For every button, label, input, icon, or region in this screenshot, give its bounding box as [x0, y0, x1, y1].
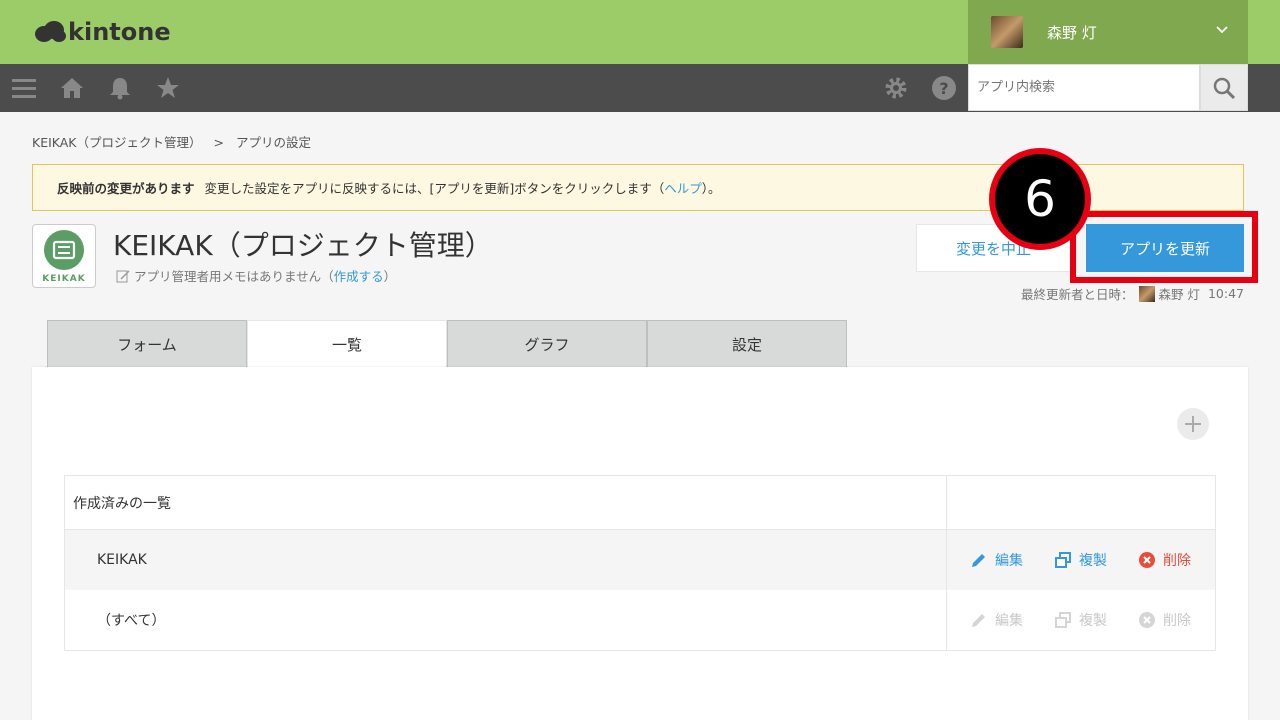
help-icon[interactable]: ?: [932, 76, 956, 100]
create-memo-link[interactable]: 作成する: [334, 266, 384, 285]
gear-icon[interactable]: [884, 76, 908, 100]
memo-icon: [116, 269, 130, 282]
star-icon[interactable]: [156, 76, 180, 100]
logo-text: kintone: [68, 18, 171, 46]
breadcrumb: KEIKAK（プロジェクト管理） > アプリの設定: [32, 132, 311, 151]
svg-text:?: ?: [939, 79, 948, 98]
table-row: KEIKAK 編集 複製 削除: [65, 530, 1215, 590]
search-button[interactable]: [1200, 64, 1248, 111]
pencil-icon: [972, 614, 985, 627]
chevron-down-icon: [1216, 26, 1228, 34]
tab-graphs[interactable]: グラフ: [447, 320, 647, 368]
cloud-logo-icon: [35, 21, 66, 42]
delete-view-button[interactable]: 削除: [1139, 550, 1191, 570]
tab-views[interactable]: 一覧: [247, 320, 447, 368]
help-link[interactable]: ヘルプ: [664, 178, 702, 197]
edit-label: 編集: [995, 613, 1023, 629]
app-search-field[interactable]: [968, 64, 1200, 111]
breadcrumb-separator: >: [213, 135, 224, 150]
last-updated-time: 10:47: [1207, 286, 1244, 301]
copy-label: 複製: [1079, 553, 1107, 569]
last-updated-user[interactable]: 森野 灯: [1158, 284, 1199, 303]
app-title: KEIKAK（プロジェクト管理）: [113, 229, 493, 262]
search-icon: [1213, 77, 1235, 99]
app-icon: KEIKAK: [32, 224, 96, 288]
copy-view-button[interactable]: 複製: [1055, 550, 1107, 570]
delete-view-button: 削除: [1139, 610, 1191, 630]
copy-icon: [1055, 612, 1071, 628]
app-memo: アプリ管理者用メモはありません（ 作成する）: [116, 266, 396, 285]
top-header: kintone 森野 灯: [0, 0, 1280, 64]
last-updated-label: 最終更新者と日時：: [1020, 287, 1134, 302]
delete-label: 削除: [1163, 613, 1191, 629]
bell-icon[interactable]: [108, 76, 132, 100]
view-name: （すべて）: [65, 590, 947, 650]
user-menu[interactable]: 森野 灯: [968, 0, 1248, 64]
edit-label: 編集: [995, 553, 1023, 569]
table-header-row: 作成済みの一覧: [65, 476, 1215, 530]
breadcrumb-app-link[interactable]: KEIKAK（プロジェクト管理）: [32, 135, 202, 150]
breadcrumb-current: アプリの設定: [236, 135, 312, 150]
notice-title: 反映前の変更があります: [57, 181, 195, 196]
step-marker: 6: [995, 154, 1085, 244]
pencil-icon: [972, 554, 985, 567]
copy-view-button: 複製: [1055, 610, 1107, 630]
memo-text: アプリ管理者用メモはありません（: [134, 269, 334, 284]
kintone-logo[interactable]: kintone: [34, 18, 171, 46]
delete-label: 削除: [1163, 553, 1191, 569]
delete-icon: [1139, 612, 1155, 628]
search-input[interactable]: [969, 65, 1199, 110]
copy-icon: [1055, 552, 1071, 568]
highlight-frame: [1070, 211, 1258, 283]
memo-suffix: ）: [383, 269, 397, 284]
delete-icon: [1139, 552, 1155, 568]
app-icon-label: KEIKAK: [42, 274, 86, 284]
avatar: [991, 16, 1023, 48]
avatar: [1139, 285, 1156, 302]
notice-suffix: ）。: [701, 181, 721, 196]
tab-form[interactable]: フォーム: [47, 320, 247, 368]
view-name: KEIKAK: [65, 530, 947, 590]
tab-settings[interactable]: 設定: [647, 320, 847, 368]
copy-label: 複製: [1079, 613, 1107, 629]
plus-icon: [1185, 416, 1201, 432]
last-updated: 最終更新者と日時： 森野 灯 10:47: [1021, 284, 1244, 303]
home-icon[interactable]: [60, 76, 84, 100]
menu-icon[interactable]: [12, 76, 36, 100]
edit-view-button: 編集: [971, 610, 1023, 630]
views-table: 作成済みの一覧 KEIKAK 編集 複製 削除 （すべて） 編集 複製 削除: [64, 475, 1216, 651]
user-name: 森野 灯: [1047, 23, 1097, 42]
table-row: （すべて） 編集 複製 削除: [65, 590, 1215, 650]
notice-message: 変更した設定をアプリに反映するには、[アプリを更新]ボタンをクリックします（: [204, 181, 665, 196]
settings-tabs: フォーム 一覧 グラフ 設定: [47, 320, 847, 368]
add-view-button[interactable]: [1177, 408, 1209, 440]
table-header: 作成済みの一覧: [65, 476, 947, 529]
edit-view-button[interactable]: 編集: [971, 550, 1023, 570]
